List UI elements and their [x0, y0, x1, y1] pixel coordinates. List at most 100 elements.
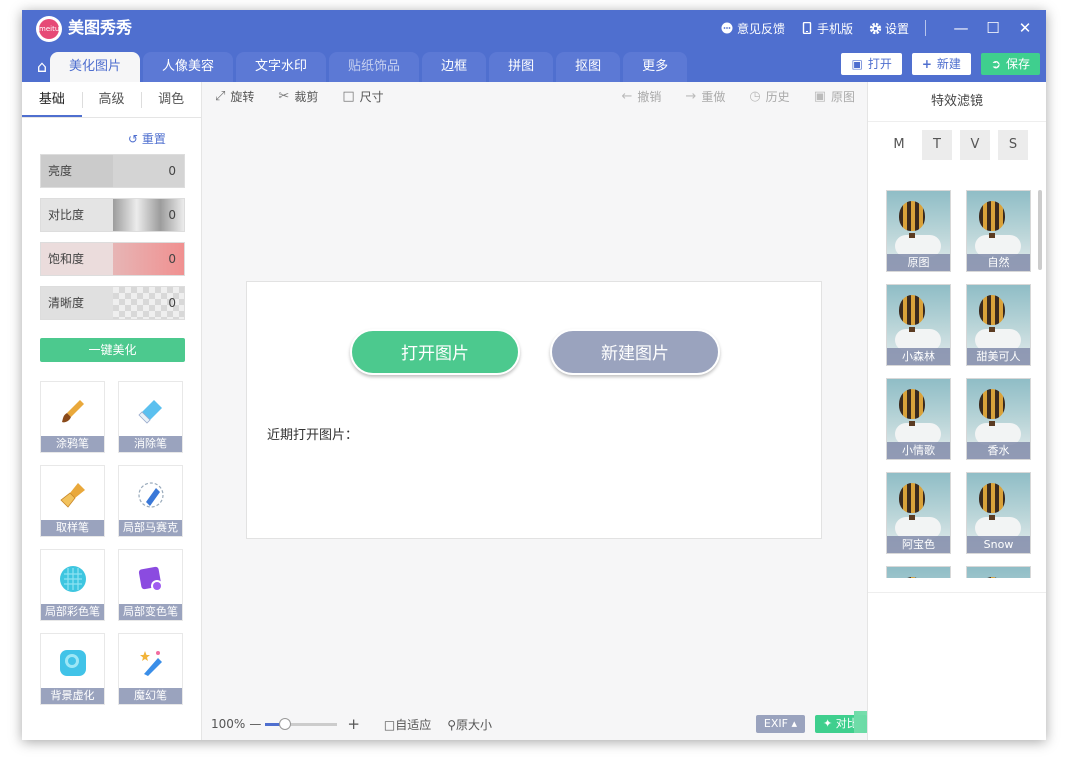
magic-pen-icon — [136, 648, 166, 678]
mode-tab-v[interactable]: V — [960, 130, 990, 160]
filter-panel: 特效滤镜 M T V S 原图 自然 小森林 甜美可人 小情歌 香水 阿宝色 S… — [867, 82, 1046, 740]
filter-scrollbar[interactable] — [1038, 190, 1042, 270]
mode-tab-t[interactable]: T — [922, 130, 952, 160]
actual-size-label: 原大小 — [456, 717, 493, 732]
rotate-button[interactable]: ⤢ 旋转 — [215, 88, 254, 105]
color-pen-tool[interactable]: 局部彩色笔 — [40, 549, 105, 621]
undo-button[interactable]: ← 撤销 — [621, 88, 661, 105]
open-button[interactable]: ▣ 打开 — [841, 53, 902, 75]
mobile-link[interactable]: 手机版 — [801, 20, 853, 37]
edit-toolbar: ⤢ 旋转 ✂ 裁剪 □ 尺寸 ← 撤销 → 重做 ◷ 历史 ▣ 原图 — [203, 82, 867, 110]
filter-thumb[interactable]: 小森林 — [886, 284, 951, 366]
saturation-slider[interactable]: 饱和度 0 — [40, 242, 185, 276]
eraser-icon — [136, 396, 166, 426]
original-label: 原图 — [830, 89, 855, 104]
sample-brush-tool[interactable]: 取样笔 — [40, 465, 105, 537]
zoom-in-button[interactable]: + — [347, 715, 360, 733]
mosaic-pen-tool[interactable]: 局部马赛克 — [118, 465, 183, 537]
balloon-icon — [979, 577, 1005, 578]
basket-shape — [989, 327, 995, 332]
divider — [925, 20, 926, 36]
maximize-button[interactable]: ☐ — [982, 19, 1004, 37]
mode-tab-s[interactable]: S — [998, 130, 1028, 160]
magic-pen-tool[interactable]: 魔幻笔 — [118, 633, 183, 705]
one-key-beautify-button[interactable]: 一键美化 — [40, 338, 185, 362]
tab-cutout[interactable]: 抠图 — [556, 52, 621, 82]
tab-frames[interactable]: 边框 — [422, 52, 487, 82]
tool-label: 局部马赛克 — [119, 520, 182, 536]
original-button[interactable]: ▣ 原图 — [814, 88, 855, 105]
scissors-icon: ✂ — [278, 88, 290, 104]
balloon-icon — [979, 201, 1005, 231]
adjust-subtabs: 基础 高级 调色 — [22, 82, 201, 118]
redo-button[interactable]: → 重做 — [685, 88, 725, 105]
filter-label: 香水 — [967, 442, 1030, 459]
subtab-basic[interactable]: 基础 — [22, 82, 82, 117]
tab-stickers[interactable]: 贴纸饰品 — [329, 52, 420, 82]
filter-panel-title: 特效滤镜 — [868, 82, 1046, 122]
size-button[interactable]: □ 尺寸 — [342, 88, 383, 105]
balloon-icon — [979, 295, 1005, 325]
tool-label: 消除笔 — [119, 436, 182, 452]
fit-button[interactable]: □自适应 — [384, 716, 431, 733]
brush-tool[interactable]: 涂鸦笔 — [40, 381, 105, 453]
filter-grid: 原图 自然 小森林 甜美可人 小情歌 香水 阿宝色 Snow — [868, 180, 1038, 578]
tab-portrait[interactable]: 人像美容 — [143, 52, 234, 82]
zoom-out-button[interactable]: — — [249, 717, 261, 731]
zoom-slider[interactable] — [265, 717, 338, 730]
tab-more[interactable]: 更多 — [623, 52, 688, 82]
minimize-button[interactable]: — — [950, 19, 972, 37]
subtab-advanced[interactable]: 高级 — [81, 82, 142, 117]
sparkle-icon: ✦ — [823, 717, 833, 730]
slider-label: 饱和度 — [41, 243, 113, 275]
brush-icon — [58, 396, 88, 426]
crop-button[interactable]: ✂ 裁剪 — [278, 88, 318, 105]
settings-link[interactable]: 设置 — [869, 20, 909, 37]
filter-thumb[interactable]: 原图 — [886, 190, 951, 272]
slider-label: 亮度 — [41, 155, 113, 187]
filter-thumb[interactable]: 小情歌 — [886, 378, 951, 460]
open-image-button[interactable]: 打开图片 — [350, 329, 520, 375]
filter-thumb[interactable] — [886, 566, 951, 578]
basket-shape — [909, 421, 915, 426]
eraser-tool[interactable]: 消除笔 — [118, 381, 183, 453]
tab-collage[interactable]: 拼图 — [489, 52, 554, 82]
zoom-handle[interactable] — [278, 717, 291, 730]
filter-thumb[interactable] — [966, 566, 1031, 578]
new-image-button[interactable]: 新建图片 — [550, 329, 720, 375]
logo-text: meitu — [39, 19, 59, 39]
reset-button[interactable]: ↺ 重置 — [128, 130, 166, 147]
color-pen-icon — [58, 564, 88, 594]
fit-icon: □ — [383, 717, 396, 732]
exif-button[interactable]: EXIF ▴ — [755, 715, 805, 733]
filter-thumb[interactable]: 自然 — [966, 190, 1031, 272]
filter-thumb[interactable]: 阿宝色 — [886, 472, 951, 554]
actual-size-button[interactable]: ⚲原大小 — [447, 716, 492, 733]
feedback-link[interactable]: 意见反馈 — [721, 20, 785, 37]
filter-mode-tabs: M T V S — [884, 130, 1036, 160]
new-button[interactable]: + 新建 — [911, 53, 971, 75]
slider-label: 清晰度 — [41, 287, 113, 319]
close-button[interactable]: ✕ — [1014, 19, 1036, 37]
size-label: 尺寸 — [359, 89, 384, 104]
background-blur-tool[interactable]: 背景虚化 — [40, 633, 105, 705]
save-button[interactable]: ➲ 保存 — [980, 53, 1040, 75]
filter-thumb[interactable]: 甜美可人 — [966, 284, 1031, 366]
balloon-icon — [899, 295, 925, 325]
tab-beautify[interactable]: 美化图片 — [50, 52, 141, 82]
sharpness-slider[interactable]: 清晰度 0 — [40, 286, 185, 320]
history-button[interactable]: ◷ 历史 — [749, 88, 789, 105]
contrast-slider[interactable]: 对比度 0 — [40, 198, 185, 232]
filter-label: 甜美可人 — [967, 348, 1030, 365]
slider-value: 0 — [113, 287, 184, 319]
filter-thumb[interactable]: Snow — [966, 472, 1031, 554]
recolor-pen-tool[interactable]: 局部变色笔 — [118, 549, 183, 621]
recolor-pen-icon — [136, 564, 166, 594]
brightness-slider[interactable]: 亮度 0 — [40, 154, 185, 188]
tab-text-watermark[interactable]: 文字水印 — [236, 52, 327, 82]
subtab-color[interactable]: 调色 — [141, 82, 201, 117]
filter-thumb[interactable]: 香水 — [966, 378, 1031, 460]
slider-value: 0 — [113, 243, 184, 275]
balloon-icon — [979, 483, 1005, 513]
mode-tab-m[interactable]: M — [884, 130, 914, 160]
